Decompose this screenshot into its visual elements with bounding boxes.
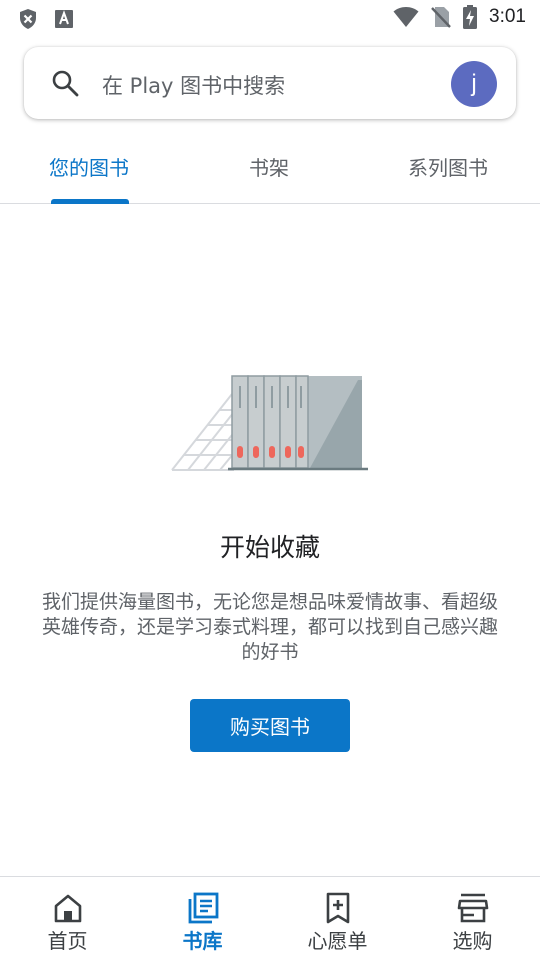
nav-item-library[interactable]: 书库: [135, 877, 270, 960]
nav-item-wishlist[interactable]: 心愿单: [270, 877, 405, 960]
tab-bar: 您的图书 书架 系列图书: [0, 130, 540, 204]
empty-state-title: 开始收藏: [219, 533, 320, 562]
wishlist-icon: [326, 892, 349, 924]
search-bar[interactable]: 在 Play 图书中搜索 j: [24, 47, 516, 119]
nav-item-home[interactable]: 首页: [0, 877, 135, 960]
nav-label-library: 书库: [182, 929, 223, 953]
active-tab-indicator: [51, 199, 129, 204]
shield-x-icon: [20, 9, 36, 29]
search-input[interactable]: 在 Play 图书中搜索: [102, 70, 285, 100]
status-right-icons: 3:01: [393, 5, 526, 29]
wifi-icon: [393, 7, 419, 27]
home-icon: [54, 894, 81, 923]
status-bar: 3:01: [0, 0, 540, 36]
nav-label-wishlist: 心愿单: [307, 929, 368, 953]
font-a-icon: [55, 10, 73, 28]
tab-shelves[interactable]: 书架: [249, 152, 289, 181]
bookshelf-illustration: [171, 375, 368, 471]
library-icon: [188, 892, 218, 924]
no-sim-icon: [431, 7, 451, 28]
bottom-navigation: 首页 书库 心愿单 选购: [0, 876, 540, 960]
nav-label-shop: 选购: [452, 929, 493, 953]
status-time: 3:01: [489, 6, 526, 27]
avatar[interactable]: j: [451, 61, 497, 107]
shop-icon: [457, 893, 488, 923]
search-icon[interactable]: [51, 69, 79, 97]
tab-your-books[interactable]: 您的图书: [49, 152, 129, 181]
buy-books-button[interactable]: 购买图书: [190, 699, 350, 752]
empty-state-description: 我们提供海量图书，无论您是想品味爱情故事、看超级英雄传奇，还是学习泰式料理，都可…: [41, 591, 498, 663]
nav-label-home: 首页: [47, 929, 88, 953]
status-left-icons: [18, 8, 74, 30]
tab-series[interactable]: 系列图书: [408, 152, 488, 181]
nav-item-shop[interactable]: 选购: [405, 877, 540, 960]
battery-charging-icon: [463, 5, 478, 29]
